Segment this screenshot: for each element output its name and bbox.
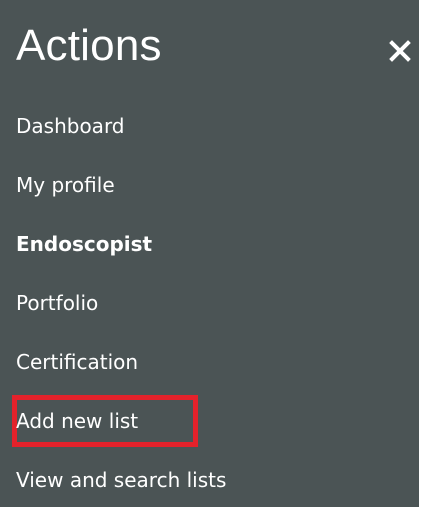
panel-title: Actions [16, 21, 162, 70]
menu-item-label: Portfolio [16, 290, 99, 315]
panel-header: Actions [0, 0, 419, 96]
menu-item-label: Endoscopist [16, 231, 153, 256]
menu-item-label: My profile [16, 172, 115, 197]
actions-panel: Actions Dashboard My profile Endoscopist… [0, 0, 419, 507]
menu-item-label: Add new list [16, 408, 139, 433]
menu-item-endoscopist[interactable]: Endoscopist [0, 214, 419, 273]
menu-item-label: Certification [16, 349, 139, 374]
actions-menu: Dashboard My profile Endoscopist Portfol… [0, 96, 419, 509]
menu-item-dashboard[interactable]: Dashboard [0, 96, 419, 155]
menu-item-view-and-search-lists[interactable]: View and search lists [0, 450, 419, 509]
close-icon[interactable] [387, 38, 413, 64]
menu-item-portfolio[interactable]: Portfolio [0, 273, 419, 332]
menu-item-label: View and search lists [16, 467, 227, 492]
menu-item-my-profile[interactable]: My profile [0, 155, 419, 214]
menu-item-add-new-list[interactable]: Add new list [0, 391, 419, 450]
menu-item-label: Dashboard [16, 113, 125, 138]
menu-item-certification[interactable]: Certification [0, 332, 419, 391]
